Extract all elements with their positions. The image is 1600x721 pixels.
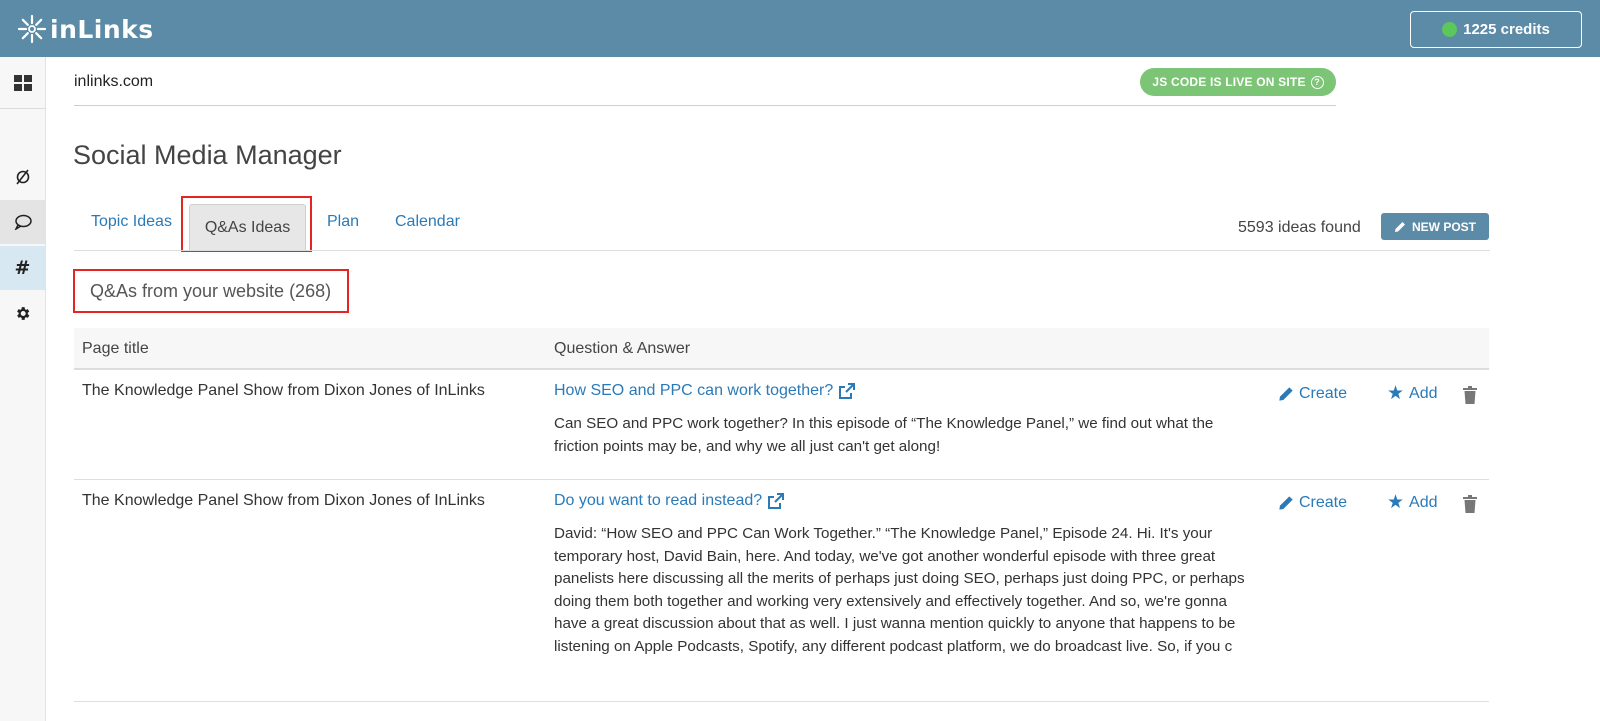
create-label: Create	[1299, 494, 1348, 511]
question-text: Do you want to read instead?	[554, 492, 763, 509]
column-header-page-title: Page title	[82, 340, 149, 357]
star-icon: ★	[1387, 492, 1405, 513]
header-divider	[74, 105, 1336, 106]
column-header-qa: Question & Answer	[554, 340, 691, 357]
question-link[interactable]: Do you want to read instead?	[554, 492, 785, 510]
credits-label: 1225 credits	[1463, 21, 1550, 38]
tab-calendar[interactable]: Calendar	[395, 213, 460, 231]
sunburst-logo-icon	[17, 14, 47, 44]
sidebar-item-hashtags[interactable]: #	[0, 246, 45, 290]
tab-qas-ideas[interactable]: Q&As Ideas	[189, 204, 306, 250]
trash-icon[interactable]	[1462, 386, 1478, 404]
topic-icon	[15, 169, 29, 185]
row-divider	[74, 479, 1489, 480]
table-header	[74, 328, 1489, 370]
site-domain: inlinks.com	[74, 73, 154, 90]
add-button[interactable]: ★ Add	[1387, 492, 1438, 513]
sidebar-item-social[interactable]	[0, 200, 45, 244]
gear-icon	[17, 306, 30, 320]
live-badge-label: JS CODE IS LIVE ON SITE	[1152, 75, 1306, 89]
hashtag-icon: #	[14, 257, 31, 279]
chat-bubble-icon	[14, 214, 32, 230]
new-post-button[interactable]: NEW POST	[1381, 213, 1489, 240]
question-link[interactable]: How SEO and PPC can work together?	[554, 382, 856, 400]
external-link-icon	[839, 382, 856, 399]
top-bar: inLinks 1225 credits	[0, 0, 1600, 57]
page-title: Social Media Manager	[73, 140, 342, 170]
row-divider	[74, 701, 1489, 702]
create-label: Create	[1299, 385, 1348, 402]
answer-text: David: “How SEO and PPC Can Work Togethe…	[554, 525, 1245, 655]
tab-topic-ideas[interactable]: Topic Ideas	[91, 213, 172, 231]
trash-icon[interactable]	[1462, 495, 1478, 513]
star-icon: ★	[1387, 383, 1405, 404]
new-post-label: NEW POST	[1411, 219, 1476, 234]
sidebar-item-settings[interactable]	[0, 291, 45, 335]
sidebar-item-topics[interactable]	[0, 155, 45, 199]
grid-icon	[13, 75, 32, 91]
add-button[interactable]: ★ Add	[1387, 383, 1438, 404]
pencil-icon	[1394, 221, 1405, 232]
js-live-badge[interactable]: JS CODE IS LIVE ON SITE ?	[1140, 68, 1336, 96]
status-dot-icon	[1442, 22, 1458, 37]
credits-button[interactable]: 1225 credits	[1410, 11, 1582, 48]
create-button[interactable]: Create	[1278, 385, 1347, 403]
left-sidebar: #	[0, 57, 46, 721]
inlinks-logo[interactable]: inLinks	[16, 14, 154, 44]
tabs-divider	[74, 250, 1490, 251]
section-title: Q&As from your website (268)	[90, 281, 332, 301]
sidebar-divider	[0, 108, 45, 109]
row-page-title: The Knowledge Panel Show from Dixon Jone…	[82, 382, 485, 399]
external-link-icon	[768, 492, 785, 509]
pencil-icon	[1279, 387, 1293, 401]
pencil-icon	[1279, 496, 1293, 510]
row-page-title: The Knowledge Panel Show from Dixon Jone…	[82, 492, 485, 509]
answer-text: Can SEO and PPC work together? In this e…	[554, 415, 1214, 455]
add-label: Add	[1409, 494, 1438, 511]
help-icon: ?	[1310, 75, 1324, 89]
add-label: Add	[1409, 385, 1438, 402]
tab-plan[interactable]: Plan	[327, 213, 359, 231]
question-text: How SEO and PPC can work together?	[554, 382, 834, 399]
ideas-count: 5593 ideas found	[1238, 219, 1361, 236]
create-button[interactable]: Create	[1278, 494, 1347, 512]
sidebar-item-dashboard[interactable]	[0, 61, 45, 105]
logo-text: inLinks	[50, 14, 154, 44]
